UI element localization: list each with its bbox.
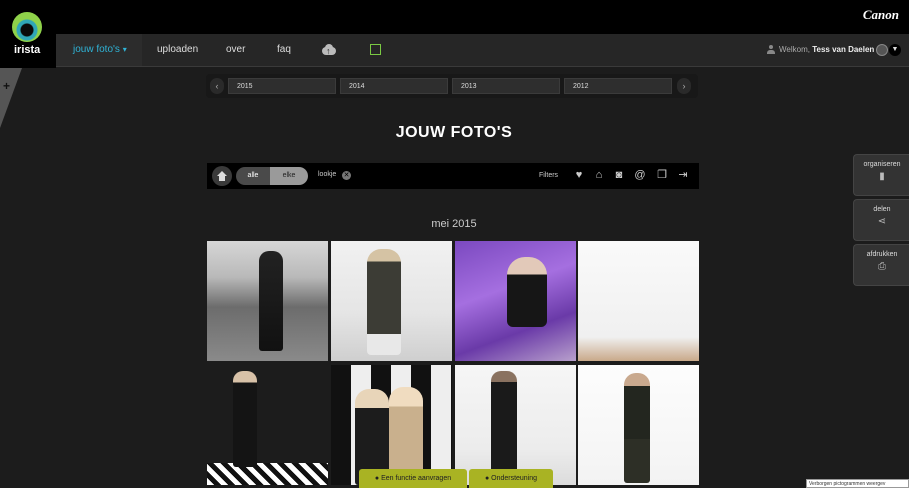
delen-button[interactable]: delen ⋖ [853, 199, 909, 241]
page-title: JOUW FOTO'S [395, 124, 513, 141]
tag-remove-icon[interactable]: ✕ [342, 171, 351, 180]
welcome-text: Welkom, Tess van Daelen [779, 45, 874, 54]
organiseren-label: organiseren [863, 161, 901, 168]
user-icon [767, 45, 775, 54]
photo-7-figure [491, 371, 517, 481]
copy-icon[interactable]: ❐ [656, 169, 668, 181]
tag-icon[interactable]: ⌂ [593, 169, 605, 181]
chat-icon: ● [484, 475, 490, 482]
hidden-icons-tooltip: Verborgen pictogrammen weergev [806, 479, 909, 488]
irista-logo[interactable]: irista [0, 0, 56, 68]
nav-faq[interactable]: faq [277, 44, 291, 55]
tag-lookje: lookje [318, 171, 337, 178]
feature-request-label: Een functie aanvragen [381, 475, 452, 482]
heart-icon[interactable]: ♥ [573, 169, 585, 181]
nav-jouw-fotos-label: jouw foto's [73, 44, 120, 55]
home-icon[interactable] [212, 166, 232, 186]
segment-alle[interactable]: alle [236, 167, 270, 185]
photo-2[interactable] [331, 241, 452, 361]
photo-4[interactable] [578, 241, 699, 361]
camera-icon[interactable]: ◙ [613, 169, 625, 181]
nav-jouw-fotos[interactable]: jouw foto's ▾ [73, 44, 127, 55]
filters-label: Filters [539, 172, 559, 179]
photo-5-rug [207, 463, 328, 485]
month-heading: mei 2015 [431, 218, 477, 230]
photo-3[interactable] [455, 241, 576, 361]
organiseren-button[interactable]: organiseren ▮ [853, 154, 909, 196]
support-label: Ondersteuning [491, 475, 538, 482]
photo-1-figure [259, 251, 283, 351]
afdrukken-label: afdrukken [866, 251, 898, 258]
year-next-arrow-icon[interactable]: › [677, 78, 691, 94]
album-icon[interactable] [370, 44, 381, 55]
year-tab-2013[interactable]: 2013 [452, 78, 560, 94]
chevron-down-icon: ▾ [122, 45, 127, 54]
year-tab-2015[interactable]: 2015 [228, 78, 336, 94]
lightbulb-icon: ● [374, 475, 380, 482]
plus-icon[interactable]: + [3, 79, 10, 93]
nav-uploaden[interactable]: uploaden [157, 44, 198, 55]
photo-5[interactable] [207, 365, 328, 485]
photo-2-figure [367, 249, 401, 355]
logo-text: irista [14, 44, 41, 56]
photo-7[interactable] [455, 365, 576, 485]
nav-over[interactable]: over [226, 44, 245, 55]
photo-6[interactable] [331, 365, 452, 485]
year-tab-2012[interactable]: 2012 [564, 78, 672, 94]
photo-5-figure [233, 371, 257, 467]
upload-arrow-icon: ↑ [326, 46, 331, 56]
year-prev-arrow-icon[interactable]: ‹ [210, 78, 224, 94]
photo-4-figure [624, 253, 650, 351]
afdrukken-button[interactable]: afdrukken ⎙ [853, 244, 909, 286]
support-button[interactable]: ● Ondersteuning [469, 469, 553, 488]
photo-8-figure [624, 373, 650, 483]
feature-request-button[interactable]: ● Een functie aanvragen [359, 469, 467, 488]
delen-label: delen [873, 206, 891, 213]
year-tab-2014[interactable]: 2014 [340, 78, 448, 94]
share-icon: ⋖ [877, 216, 887, 227]
side-panel-tab[interactable] [0, 68, 22, 128]
user-name[interactable]: Tess van Daelen [812, 45, 874, 54]
user-menu-chevron-icon[interactable]: ▼ [889, 44, 901, 56]
avatar[interactable] [876, 44, 888, 56]
album-icon: ▮ [879, 171, 885, 182]
import-icon[interactable]: ⇥ [677, 169, 689, 181]
top-bar [0, 0, 909, 34]
at-sign-icon[interactable]: @ [634, 169, 646, 181]
printer-icon: ⎙ [878, 261, 886, 272]
photo-3-figure [507, 257, 547, 327]
canon-logo: Canon [862, 7, 899, 22]
photo-1[interactable] [207, 241, 328, 361]
logo-circle-icon [12, 12, 42, 42]
welcome-label: Welkom, [779, 45, 810, 54]
segment-elke[interactable]: elke [270, 167, 308, 185]
cloud-upload-icon[interactable]: ↑ [320, 43, 338, 59]
photo-8[interactable] [578, 365, 699, 485]
